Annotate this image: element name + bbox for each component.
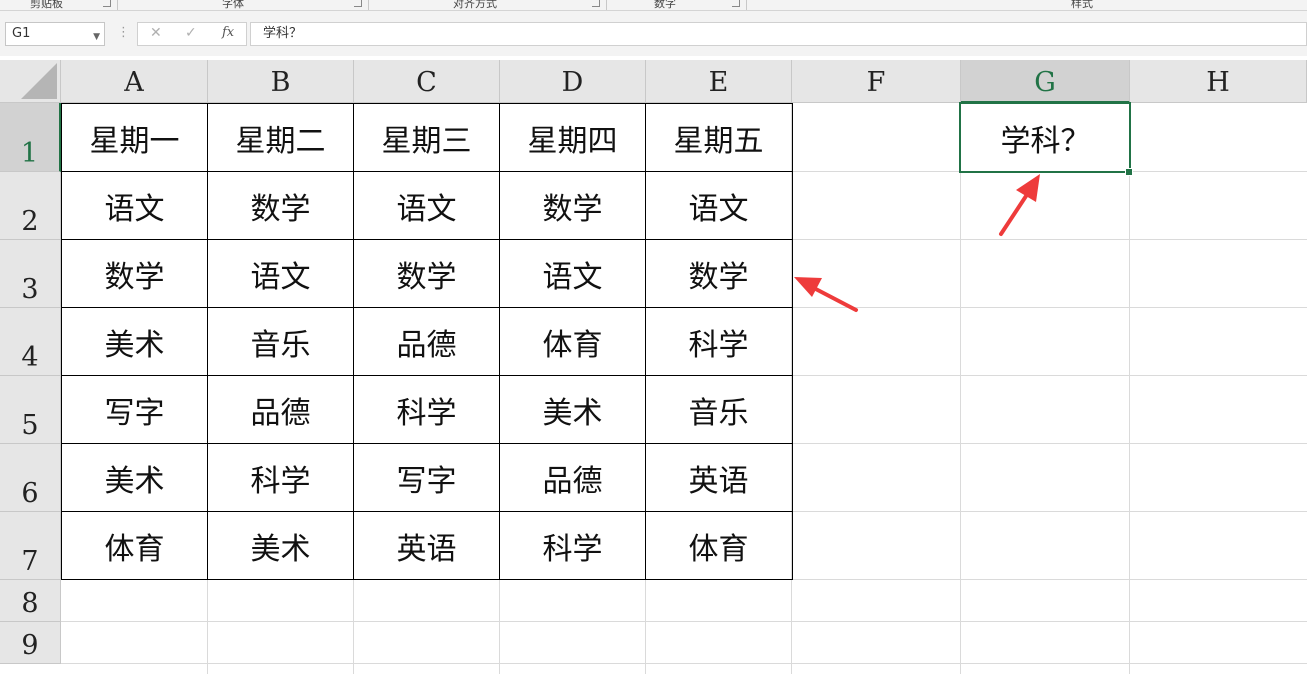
gridline bbox=[61, 621, 1307, 622]
cell-e2[interactable]: 语文 bbox=[646, 172, 791, 239]
gridline bbox=[61, 663, 1307, 664]
row-number: 4 bbox=[21, 342, 39, 373]
cell-d7[interactable]: 科学 bbox=[500, 512, 645, 579]
cancel-icon[interactable]: ✕ bbox=[150, 25, 162, 41]
cell-d5[interactable]: 美术 bbox=[500, 376, 645, 443]
row-header-5[interactable]: 5 bbox=[0, 376, 61, 444]
select-all-triangle-icon bbox=[21, 63, 57, 99]
ribbon-group-alignment: 对齐方式 bbox=[453, 0, 497, 10]
ribbon-group-clipboard: 剪贴板 bbox=[30, 0, 63, 10]
formula-bar: G1 ▼ ⋮ ✕ ✓ fx 学科？ bbox=[0, 11, 1307, 56]
row-number: 8 bbox=[21, 588, 39, 619]
ribbon-group-number: 数字 bbox=[654, 0, 676, 10]
row-header-2[interactable]: 2 bbox=[0, 172, 61, 240]
gridline bbox=[1129, 103, 1130, 674]
cell-c7[interactable]: 英语 bbox=[354, 512, 499, 579]
ribbon-group-labels: 剪贴板 字体 对齐方式 数字 样式 bbox=[0, 0, 1307, 11]
cell-e7[interactable]: 体育 bbox=[646, 512, 791, 579]
cell-b3[interactable]: 语文 bbox=[208, 240, 353, 307]
cell-d3[interactable]: 语文 bbox=[500, 240, 645, 307]
cell-c2[interactable]: 语文 bbox=[354, 172, 499, 239]
cell-c3[interactable]: 数学 bbox=[354, 240, 499, 307]
clipboard-launcher-icon[interactable] bbox=[103, 0, 111, 7]
cell-a3[interactable]: 数学 bbox=[62, 240, 207, 307]
chevron-down-icon[interactable]: ▼ bbox=[93, 26, 100, 48]
arrow-to-g1-icon bbox=[999, 174, 1040, 236]
row-number: 3 bbox=[21, 274, 39, 305]
ribbon-group-styles: 样式 bbox=[1071, 0, 1093, 10]
name-box-value: G1 bbox=[12, 26, 31, 41]
row-number: 6 bbox=[21, 478, 39, 509]
cell-b1[interactable]: 星期二 bbox=[208, 104, 353, 171]
row-number: 9 bbox=[21, 630, 39, 661]
row-number: 5 bbox=[21, 410, 39, 441]
row-header-9[interactable]: 9 bbox=[0, 622, 61, 664]
group-separator bbox=[746, 0, 747, 10]
cell-e6[interactable]: 英语 bbox=[646, 444, 791, 511]
row-number: 1 bbox=[20, 138, 39, 169]
cell-b7[interactable]: 美术 bbox=[208, 512, 353, 579]
column-header-h[interactable]: H bbox=[1130, 60, 1307, 103]
cell-a2[interactable]: 语文 bbox=[62, 172, 207, 239]
more-dots-icon[interactable]: ⋮ bbox=[117, 25, 130, 40]
cell-b5[interactable]: 品德 bbox=[208, 376, 353, 443]
font-launcher-icon[interactable] bbox=[354, 0, 362, 7]
arrow-to-table-icon bbox=[794, 277, 858, 312]
formula-buttons: ✕ ✓ fx bbox=[137, 22, 247, 46]
ribbon-group-font: 字体 bbox=[222, 0, 244, 10]
cell-d4[interactable]: 体育 bbox=[500, 308, 645, 375]
group-separator bbox=[368, 0, 369, 10]
row-header-1[interactable]: 1 bbox=[0, 103, 61, 172]
column-header-g[interactable]: G bbox=[961, 60, 1130, 103]
column-header-c[interactable]: C bbox=[354, 60, 500, 103]
cell-c4[interactable]: 品德 bbox=[354, 308, 499, 375]
row-header-7[interactable]: 7 bbox=[0, 512, 61, 580]
insert-function-icon[interactable]: fx bbox=[222, 25, 234, 40]
cell-a1[interactable]: 星期一 bbox=[62, 104, 207, 171]
formula-input[interactable]: 学科？ bbox=[250, 22, 1307, 46]
cell-a4[interactable]: 美术 bbox=[62, 308, 207, 375]
cell-b2[interactable]: 数学 bbox=[208, 172, 353, 239]
row-header-8[interactable]: 8 bbox=[0, 580, 61, 622]
row-header-4[interactable]: 4 bbox=[0, 308, 61, 376]
row-number: 7 bbox=[21, 546, 39, 577]
enter-icon[interactable]: ✓ bbox=[185, 25, 197, 41]
worksheet: A B C D E F G H 1 2 3 4 5 6 7 8 9 星期一 星期… bbox=[0, 60, 1307, 674]
cell-e1[interactable]: 星期五 bbox=[646, 104, 791, 171]
row-header-3[interactable]: 3 bbox=[0, 240, 61, 308]
column-header-a[interactable]: A bbox=[61, 60, 208, 103]
select-all-button[interactable] bbox=[0, 60, 61, 103]
cell-a5[interactable]: 写字 bbox=[62, 376, 207, 443]
cell-e3[interactable]: 数学 bbox=[646, 240, 791, 307]
cell-c6[interactable]: 写字 bbox=[354, 444, 499, 511]
column-header-b[interactable]: B bbox=[208, 60, 354, 103]
column-header-e[interactable]: E bbox=[646, 60, 792, 103]
cell-e5[interactable]: 音乐 bbox=[646, 376, 791, 443]
active-cell-border bbox=[959, 102, 1131, 173]
group-separator bbox=[117, 0, 118, 10]
cell-d6[interactable]: 品德 bbox=[500, 444, 645, 511]
cell-b6[interactable]: 科学 bbox=[208, 444, 353, 511]
alignment-launcher-icon[interactable] bbox=[592, 0, 600, 7]
cell-c5[interactable]: 科学 bbox=[354, 376, 499, 443]
cell-a7[interactable]: 体育 bbox=[62, 512, 207, 579]
cell-d2[interactable]: 数学 bbox=[500, 172, 645, 239]
fill-handle[interactable] bbox=[1125, 168, 1133, 176]
row-header-6[interactable]: 6 bbox=[0, 444, 61, 512]
number-launcher-icon[interactable] bbox=[732, 0, 740, 7]
cell-a6[interactable]: 美术 bbox=[62, 444, 207, 511]
row-number: 2 bbox=[21, 206, 39, 237]
cell-b4[interactable]: 音乐 bbox=[208, 308, 353, 375]
cell-d1[interactable]: 星期四 bbox=[500, 104, 645, 171]
cell-e4[interactable]: 科学 bbox=[646, 308, 791, 375]
name-box[interactable]: G1 ▼ bbox=[5, 22, 105, 46]
gridline bbox=[960, 103, 961, 674]
group-separator bbox=[606, 0, 607, 10]
cell-c1[interactable]: 星期三 bbox=[354, 104, 499, 171]
column-header-d[interactable]: D bbox=[500, 60, 646, 103]
column-header-f[interactable]: F bbox=[792, 60, 961, 103]
